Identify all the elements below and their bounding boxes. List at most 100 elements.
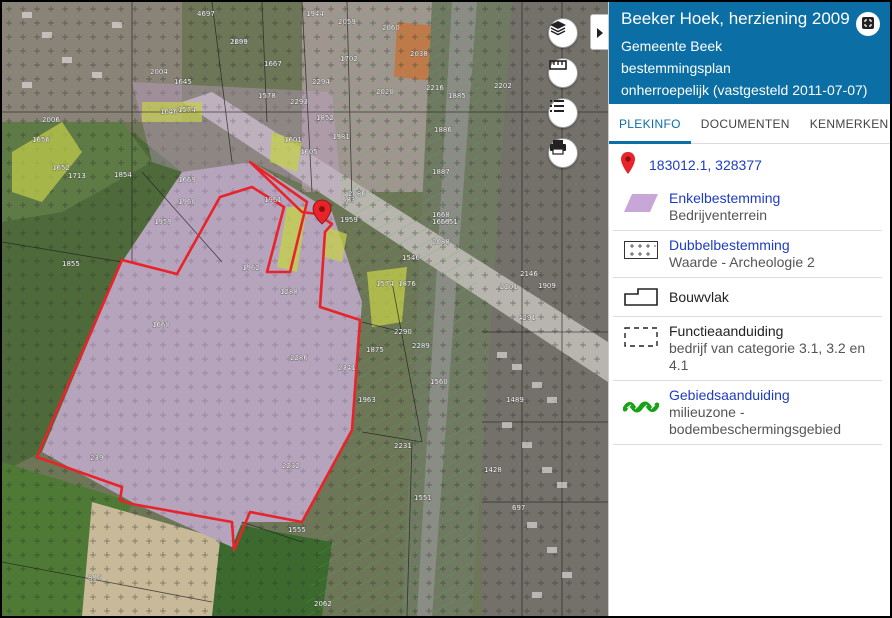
parcel-number-label: 1960 [178,198,196,206]
parcel-number-label: 2146 [520,270,538,278]
parcel-number-label: 2289 [412,342,430,350]
parcel-number-label: 2290 [394,328,412,336]
legend-title-link[interactable]: Dubbelbestemming [669,237,815,254]
legend-item-functieaanduiding: Functieaanduiding bedrijf van categorie … [613,317,882,381]
parcel-number-label: 1887 [432,168,450,176]
parcel-number-label: 1667 [264,60,282,68]
legend-title: Bouwvlak [669,288,729,305]
legend-title-link[interactable]: Gebiedsaanduiding [669,387,882,404]
parcel-number-label: 1428 [484,466,502,474]
panel-header: Beeker Hoek, herziening 2009 Gemeente Be… [609,2,890,104]
plan-type: bestemmingsplan [621,60,731,76]
parcel-number-label: 1702 [340,55,358,63]
measure-button[interactable] [548,58,578,88]
dashed-rectangle-icon [621,323,661,374]
chevron-right-icon [596,23,603,42]
parcel-number-label: 1551 [414,494,432,502]
parcel-number-label: 2062 [314,600,332,608]
parcel-number-label: 4291 [518,314,536,322]
map-pin-icon [621,152,635,178]
municipality: Gemeente Beek [621,38,723,54]
parcel-number-label: 1855 [62,260,80,268]
parcel-number-label: 1959 [154,218,172,226]
parcel-number-label: 1574 [178,106,196,114]
parcel-number-label: 1656 [32,136,50,144]
parcel-number-label: 1959 [340,216,358,224]
location-row: 183012.1, 328377 [609,144,890,184]
parcel-number-label: 2341 [338,364,356,372]
plan-title: Beeker Hoek, herziening 2009 [621,9,850,28]
parcel-number-label: 1605 [300,148,318,156]
parcel-number-label: 2020 [376,88,394,96]
app-frame: 4697 1666 2299 1944 2059 1667 2060 2038 2004 1645… [2,2,890,616]
parcel-number-label: 1669 [432,218,450,226]
parcel-number-label: 1909 [538,282,556,290]
parcel-number-label: 683 [342,196,355,204]
parcel-number-label: 2294 [312,78,330,86]
legend-subtitle: Waarde - Archeologie 2 [669,254,815,270]
parcel-number-label: 2201 [500,283,518,291]
parcel-number-label: 4697 [197,10,215,18]
parcel-number-label: 2216 [426,84,444,92]
legend-title-link[interactable]: Enkelbestemming [669,190,780,207]
parcel-number-label: 896 [88,574,102,582]
fullscreen-button[interactable] [856,12,880,36]
parcel-number-label: 1489 [506,396,524,404]
parcel-number-label: 1885 [448,92,466,100]
parcel-number-label: 1668 [432,211,450,219]
legend-button[interactable] [548,98,578,128]
parcel-number-label: 1645 [174,78,192,86]
cross-grid-icon [621,237,661,271]
parcel-number-label: 1669 [178,176,196,184]
map-view[interactable]: 4697 1666 2299 1944 2059 1667 2060 2038 2004 1645… [2,2,608,616]
purple-parallelogram-icon [621,190,661,224]
building-outline-icon [621,288,661,306]
plan-status: onherroepelijk (vastgesteld 2011-07-07) [621,82,868,98]
parcel-number-label: 2202 [494,82,512,90]
tab-plekinfo[interactable]: PLEKINFO [609,104,691,144]
parcel-number-label: 1578 [258,92,276,100]
legend-subtitle: Bedrijventerrein [669,207,768,223]
tab-documenten[interactable]: DOCUMENTEN [691,104,800,144]
legend-item-dubbelbestemming: Dubbelbestemming Waarde - Archeologie 2 [613,231,882,278]
parcel-number-label: 697 [512,504,525,512]
parcel-number-label: 1963 [358,396,376,404]
legend-title: Functieaanduiding [669,323,784,339]
expand-icon [861,15,875,34]
tab-kenmerken[interactable]: KENMERKEN [800,104,890,144]
parcel-number-label: 2293 [290,98,308,106]
parcel-number-label: 2088 [432,238,450,246]
parcel-number-label: 1646 [160,108,178,116]
legend-item-enkelbestemming: Enkelbestemming Bedrijventerrein [613,184,882,231]
parcel-number-label: 1546 [402,254,420,262]
coordinates-link[interactable]: 183012.1, 328377 [649,157,762,173]
legend-list: Enkelbestemming Bedrijventerrein Dubbelb… [609,184,890,445]
tab-bar: PLEKINFO DOCUMENTEN KENMERKEN [609,104,890,144]
legend-subtitle: milieuzone - bodembeschermingsgebied [669,404,841,437]
parcel-number-label: 2299 [230,38,248,46]
parcel-number-label: 1876 [398,280,416,288]
print-button[interactable] [548,138,578,168]
parcel-number-label: 1854 [114,171,132,179]
parcel-number-label: 2004 [150,68,168,76]
parcel-number-label: 239 [90,454,103,462]
info-panel: Beeker Hoek, herziening 2009 Gemeente Be… [608,2,890,616]
parcel-number-label: 1962 [242,264,260,272]
parcel-number-label: 1288 [280,288,298,296]
green-zigzag-icon [621,387,661,438]
parcel-number-label: 1560 [430,378,448,386]
parcel-number-label: 2286 [290,354,308,362]
parcel-number-label: 1574 [376,280,394,288]
parcel-number-label: 1652 [52,164,70,172]
collapse-panel-button[interactable] [590,14,608,50]
map-canvas[interactable]: 4697166622991944205916672060203820041645… [2,2,608,616]
parcel-number-label: 2232 [282,462,300,470]
parcel-number-label: 2060 [382,24,400,32]
parcel-number-label: 1875 [366,346,384,354]
parcel-number-label: 2231 [394,442,412,450]
parcel-number-label: 1961 [264,196,282,204]
layers-button[interactable] [548,18,578,48]
parcel-number-label: 1886 [434,126,452,134]
legend-item-gebiedsaanduiding: Gebiedsaanduiding milieuzone - bodembesc… [613,381,882,445]
parcel-number-label: 1555 [288,526,306,534]
